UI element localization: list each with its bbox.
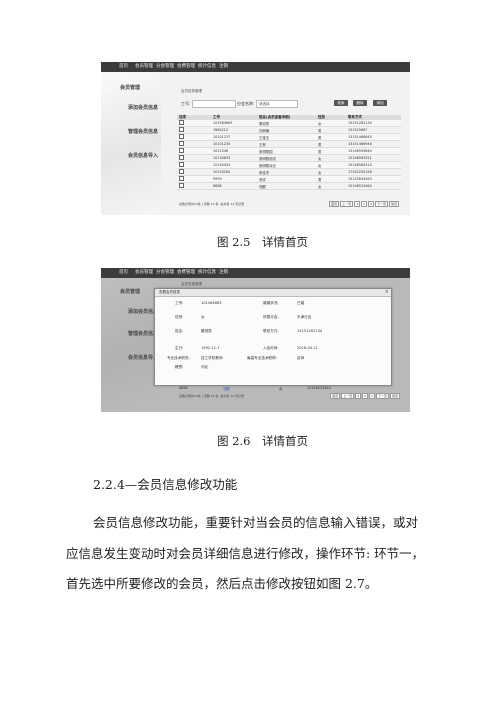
paragraph-line: 应信息发生变动时对会员详细信息进行修改，操作环节: 环节一， [66, 546, 425, 561]
member-detail-dialog: 查看会员信息 × 工号: 101564663 婚姻状况: 已婚 性别: 女 所属分会:… [154, 288, 392, 386]
breadcrumb: 会员信息管理 [181, 89, 202, 93]
figure-caption-2-5: 图 2.5 详情首页 [217, 235, 308, 249]
detail-row: 籍贯: 河北 [175, 365, 209, 369]
delete-button[interactable]: 删除 [353, 100, 367, 106]
detail-row: 姓名: 董冠男 联系方式: 15151262134 [175, 329, 323, 333]
pager-prev[interactable]: 上一页 [341, 393, 355, 399]
pager-last[interactable]: 尾页 [388, 201, 399, 207]
nav-logout[interactable]: 注销 [219, 63, 228, 69]
table-row[interactable]: 8888 测额女 15146523464 [177, 182, 401, 190]
pager-page-1[interactable]: 1 [355, 393, 362, 399]
paragraph-line: 会员信息修改功能，重要针对当会员的信息输入错误，或对 [93, 515, 419, 530]
table-row[interactable]: 10140453 张明翔对比女 15146565414 [177, 161, 401, 169]
table-row[interactable]: 10153264 张佳杰女 17352255156 [177, 168, 401, 176]
nav-member[interactable]: 会员管理 [135, 63, 153, 69]
top-nav: 首页 会员管理 分会管理 会费管理 统计信息 注销 [101, 268, 410, 278]
content-panel: 会员信息管理 工号: 分会名称: 请选择 检索 删除 添加 选项 工号 姓名(点… [171, 75, 404, 210]
row-checkbox[interactable] [179, 127, 184, 132]
nav-branch[interactable]: 分会管理 [156, 63, 174, 69]
background-art [101, 72, 161, 215]
pager-first[interactable]: 首页 [329, 201, 340, 207]
id-input[interactable] [192, 100, 236, 108]
figure-caption-2-6: 图 2.6 详情首页 [217, 434, 308, 448]
search-button[interactable]: 检索 [334, 100, 348, 106]
paragraph-line: 首先选中所要修改的会员，然后点击修改按钮如图 2.7。 [66, 576, 378, 591]
row-checkbox[interactable] [179, 120, 184, 125]
pager-page-2[interactable]: 2 [361, 201, 368, 207]
nav-stats[interactable]: 统计信息 [198, 63, 216, 69]
close-icon[interactable]: × [385, 289, 389, 295]
pager-page-1[interactable]: 1 [354, 201, 361, 207]
row-checkbox[interactable] [179, 141, 184, 146]
row-checkbox[interactable] [179, 134, 184, 139]
pager-last[interactable]: 尾页 [389, 393, 400, 399]
detail-row: 专业技术职务: 技工学校教师 最高专业技术职称: 讲师 [167, 356, 305, 360]
table-row[interactable]: 7864212 刘炳楠男 13152566? [177, 126, 401, 134]
add-button[interactable]: 添加 [373, 100, 387, 106]
pager-info: 总数记录共10条 | 页数 10 条, 总共有 14 页记录 [179, 202, 245, 206]
nav-branch[interactable]: 分会管理 [156, 269, 174, 275]
row-checkbox[interactable] [179, 169, 184, 174]
pager-next[interactable]: 下一页 [375, 393, 389, 399]
table-row[interactable]: 1011546 张明翔园男 13146555644 [177, 147, 401, 155]
branch-label: 分会名称: [237, 101, 255, 106]
sidebar-item-add[interactable]: 添加会员信息 [128, 104, 158, 111]
sidebar-item-import[interactable]: 会员信息导入 [128, 152, 158, 159]
nav-home[interactable]: 首页 [119, 63, 128, 69]
pager-info: 总数记录共10条 | 页数 10 条, 总共有 14 页记录 [179, 394, 245, 398]
pager-page-3[interactable]: 3 [369, 393, 375, 399]
member-table: 选项 工号 姓名(点击查看详细) 性别 联系方式 101564663 董冠男女 15… [177, 115, 401, 190]
table-row[interactable]: 9999 测试男 15125644563 [177, 175, 401, 183]
nav-fee[interactable]: 会费管理 [177, 63, 195, 69]
pager-page-3[interactable]: 3 [368, 201, 374, 207]
nav-fee[interactable]: 会费管理 [177, 269, 195, 275]
row-checkbox[interactable] [179, 148, 184, 153]
pager: 首页 上一页 1 2 3 下一页 尾页 [329, 201, 399, 207]
row-checkbox[interactable] [179, 176, 184, 181]
dialog-header: 查看会员信息 × [155, 289, 391, 297]
id-label: 工号: [181, 101, 191, 106]
nav-home[interactable]: 首页 [119, 269, 128, 275]
section-heading: 2.2.4—会员信息修改功能 [93, 477, 238, 492]
row-checkbox[interactable] [179, 183, 184, 188]
table-row[interactable]: 10101235 王贺男 13151466946 [177, 140, 401, 148]
dialog-title: 查看会员信息 [159, 290, 180, 294]
nav-member[interactable]: 会员管理 [135, 269, 153, 275]
row-checkbox[interactable] [179, 162, 184, 167]
sidebar-title: 会员管理 [120, 85, 141, 91]
table-row[interactable]: 10101237 王宝玉男 13151466645 [177, 133, 401, 141]
pager-first[interactable]: 首页 [330, 393, 341, 399]
sidebar-item-manage[interactable]: 管理会员信息 [128, 128, 158, 135]
branch-select[interactable]: 请选择 [256, 100, 298, 108]
pager-next[interactable]: 下一页 [374, 201, 388, 207]
pager-prev[interactable]: 上一页 [340, 201, 354, 207]
row-checkbox[interactable] [179, 155, 184, 160]
screenshot-member-list: 首页 会员管理 分会管理 会费管理 统计信息 注销 会员管理 添加会员信息 管理… [101, 62, 410, 215]
pager-page-2[interactable]: 2 [362, 393, 369, 399]
nav-stats[interactable]: 统计信息 [198, 269, 216, 275]
top-nav: 首页 会员管理 分会管理 会费管理 统计信息 注销 [101, 62, 410, 72]
table-row[interactable]: 10134653 张明翔测试女 15146563521 [177, 154, 401, 162]
screenshot-member-detail: 首页 会员管理 分会管理 会费管理 统计信息 注销 会员管理 添加会员信息 管理… [101, 268, 410, 412]
detail-row: 性别: 女 所属分会: 天津分会 [175, 315, 312, 319]
detail-row: 生日: 1992-11-7 入会时间: 2018-04-11 [175, 346, 318, 350]
search-bar: 工号: 分会名称: 请选择 检索 删除 添加 [179, 99, 401, 108]
nav-logout[interactable]: 注销 [219, 269, 228, 275]
detail-row: 工号: 101564663 婚姻状况: 已婚 [175, 301, 305, 305]
pager: 首页 上一页 1 2 3 下一页 尾页 [330, 393, 400, 399]
